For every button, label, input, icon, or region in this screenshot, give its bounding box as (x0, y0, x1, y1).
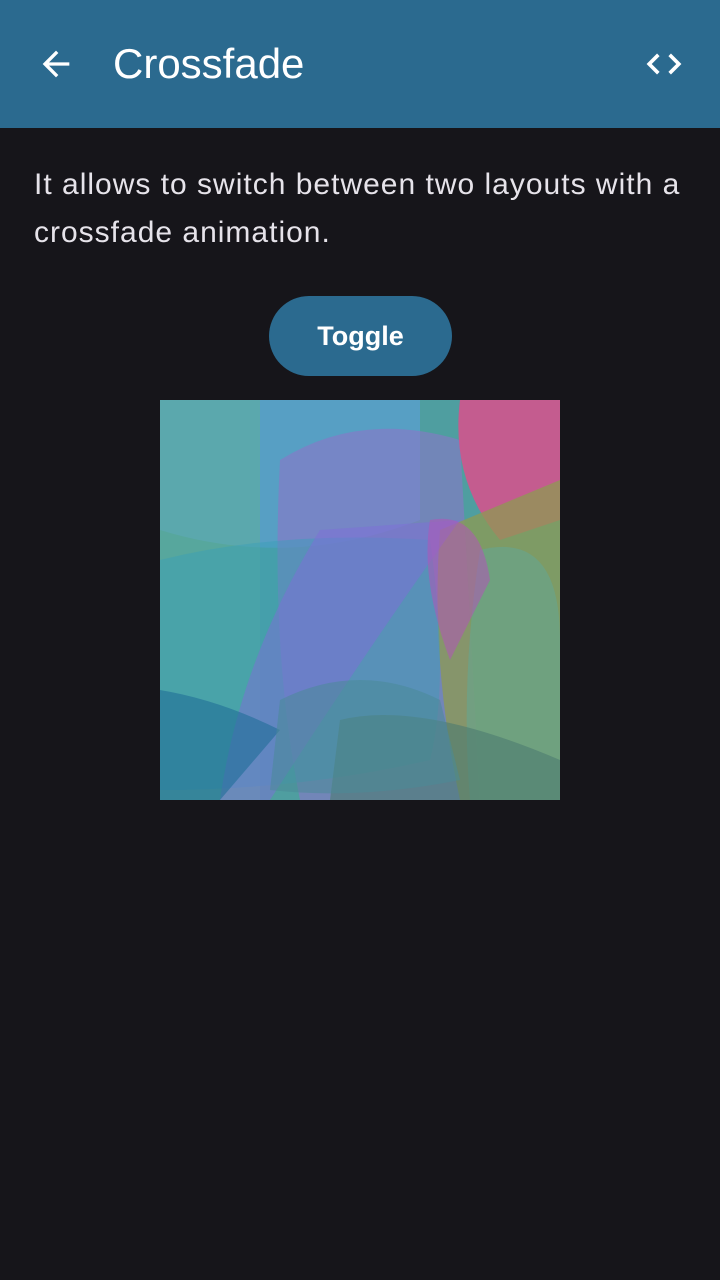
back-button[interactable] (22, 30, 90, 98)
toggle-button[interactable]: Toggle (269, 296, 452, 376)
page-title: Crossfade (113, 40, 305, 87)
code-icon (646, 53, 682, 75)
top-app-bar: Crossfade (0, 0, 720, 128)
view-source-button[interactable] (630, 30, 698, 98)
crossfade-image (160, 400, 560, 800)
arrow-back-icon (42, 50, 70, 78)
description-text: It allows to switch between two layouts … (34, 168, 681, 249)
